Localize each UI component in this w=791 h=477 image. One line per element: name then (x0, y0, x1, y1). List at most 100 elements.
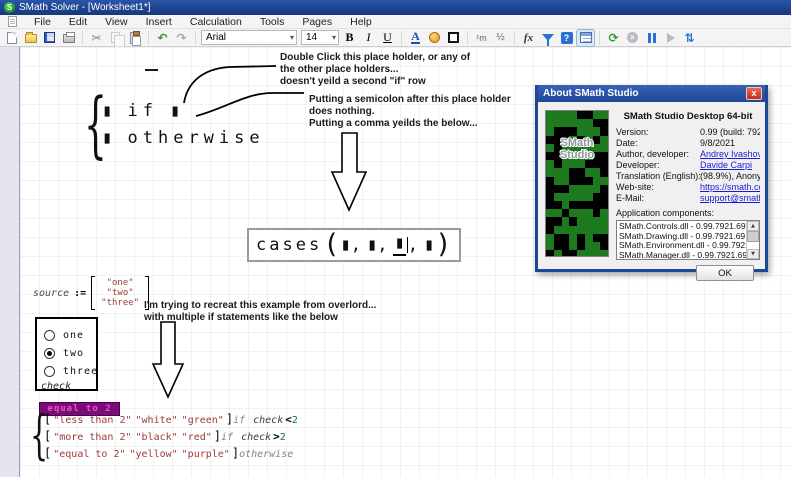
units-icon: ¹m (476, 33, 487, 43)
bracket: ] (214, 429, 221, 443)
toolbar-separator (514, 31, 515, 45)
comma: , (351, 235, 361, 255)
menu-edit[interactable]: Edit (60, 15, 96, 29)
placeholder[interactable]: ▮ (340, 235, 350, 255)
collapsed-side-panel[interactable] (0, 47, 20, 477)
worksheet-canvas[interactable]: { ▮ if▮ ▮ otherwise Double Click this pl… (20, 47, 791, 477)
redo-button[interactable]: ↷ (173, 30, 190, 46)
author-link[interactable]: Andrey Ivashov (700, 149, 760, 160)
down-arrow-1 (332, 133, 366, 210)
side-panel-button[interactable] (577, 30, 594, 46)
variable-name: source (33, 288, 69, 299)
filter-icon (542, 34, 554, 47)
placeholder[interactable]: ▮ (367, 235, 377, 255)
down-arrow-2 (153, 322, 183, 397)
case-row-3[interactable]: ["equal to 2""yellow""purple"] otherwise (44, 446, 301, 460)
insert-function-button[interactable]: fx (520, 30, 537, 46)
bold-icon: B (345, 30, 353, 45)
paste-button[interactable] (126, 30, 143, 46)
radio-option-three[interactable]: three (44, 362, 96, 380)
menu-calculation[interactable]: Calculation (181, 15, 251, 29)
developer-link[interactable]: Davide Carpi (700, 160, 752, 171)
fraction-button[interactable]: ½ (492, 30, 509, 46)
close-button[interactable]: x (746, 87, 762, 100)
app-logo-icon: S (4, 2, 15, 13)
undo-button[interactable]: ↶ (154, 30, 171, 46)
radio-icon[interactable] (44, 330, 55, 341)
multi-if-expression[interactable]: { ["less than 2""white""green"] ifcheck<… (30, 412, 301, 460)
underline-button[interactable]: U (379, 30, 396, 46)
background-color-button[interactable] (426, 30, 443, 46)
field-label: E-Mail: (616, 193, 700, 204)
case-row-1[interactable]: ["less than 2""white""green"] ifcheck<2 (44, 412, 301, 426)
menu-insert[interactable]: Insert (137, 15, 181, 29)
chevron-down-icon: ▾ (332, 33, 336, 42)
save-button[interactable] (41, 30, 58, 46)
window-titlebar[interactable]: S SMath Solver - [Worksheet1*] (0, 0, 791, 15)
radio-icon[interactable] (44, 366, 55, 377)
placeholder[interactable]: ▮ (424, 235, 434, 255)
otherwise-row[interactable]: ▮ otherwise (102, 128, 265, 148)
variable-name: check (241, 432, 271, 443)
fraction-icon: ½ (496, 32, 504, 43)
radio-option-two[interactable]: two (44, 344, 96, 362)
menu-file[interactable]: File (25, 15, 60, 29)
placeholder-active[interactable]: ▮ (393, 233, 405, 256)
menu-view[interactable]: View (96, 15, 137, 29)
copy-button[interactable] (107, 30, 124, 46)
font-name-combo[interactable]: Arial ▾ (201, 30, 297, 45)
if-otherwise-expression[interactable]: { ▮ if▮ ▮ otherwise (84, 89, 265, 159)
save-icon (44, 32, 55, 43)
pause-button[interactable] (643, 30, 660, 46)
component-item[interactable]: SMath.Manager.dll - 0.99.7921.69 (619, 251, 746, 260)
expand-button[interactable]: ⇅ (681, 30, 698, 46)
print-button[interactable] (60, 30, 77, 46)
scroll-down-icon[interactable]: ▼ (747, 249, 759, 259)
menu-help[interactable]: Help (341, 15, 381, 29)
toolbar-separator (82, 31, 83, 45)
cases-expression[interactable]: cases(▮,▮,▮,▮) (247, 228, 461, 262)
copy-icon (111, 32, 120, 43)
website-link[interactable]: https://smath.com/ (700, 182, 760, 193)
components-listbox[interactable]: SMath.Controls.dll - 0.99.7921.69 SMath.… (616, 220, 760, 260)
new-button[interactable] (3, 30, 20, 46)
smath-logo-image: SMath Studio (545, 110, 609, 257)
toolbar: ✂ ↶ ↷ Arial ▾ 14 ▾ B I U A ¹m ½ fx ? ⟳ ×… (0, 29, 791, 47)
note-line: Putting a semicolon after this place hol… (309, 94, 511, 106)
left-brace: { (84, 89, 93, 159)
note-line: does nothing. (309, 106, 511, 118)
qr-pattern (546, 111, 608, 256)
radio-icon-selected[interactable] (44, 348, 55, 359)
menu-pages[interactable]: Pages (293, 15, 341, 29)
help-button[interactable]: ? (558, 30, 575, 46)
play-button[interactable] (662, 30, 679, 46)
ok-button[interactable]: OK (696, 265, 754, 281)
scrollbar[interactable]: ▲ ▼ (746, 221, 759, 259)
border-button[interactable] (445, 30, 462, 46)
italic-button[interactable]: I (360, 30, 377, 46)
placeholder[interactable]: ▮ (170, 101, 180, 121)
cut-button[interactable]: ✂ (88, 30, 105, 46)
units-button[interactable]: ¹m (473, 30, 490, 46)
open-button[interactable] (22, 30, 39, 46)
font-color-button[interactable]: A (407, 30, 424, 46)
if-row[interactable]: ▮ if▮ (102, 101, 265, 121)
radio-group-caption: check (41, 381, 96, 392)
font-size-combo[interactable]: 14 ▾ (301, 30, 339, 45)
function-icon: fx (524, 32, 533, 44)
case-row-2[interactable]: ["more than 2""black""red"] ifcheck>2 (44, 429, 301, 443)
source-definition[interactable]: source := "one" "two" "three" (33, 276, 149, 310)
scrollbar-track[interactable] (747, 242, 759, 249)
open-paren: ( (323, 231, 339, 258)
radio-option-one[interactable]: one (44, 326, 96, 344)
dialog-titlebar[interactable]: About SMath Studio x (538, 85, 765, 102)
underline-icon: U (383, 30, 392, 45)
menu-tools[interactable]: Tools (251, 15, 294, 29)
stop-button[interactable]: × (624, 30, 641, 46)
scroll-up-icon[interactable]: ▲ (747, 221, 759, 231)
filter-button[interactable] (539, 30, 556, 46)
bold-button[interactable]: B (341, 30, 358, 46)
email-link[interactable]: support@smath.com (700, 193, 760, 204)
recalculate-button[interactable]: ⟳ (605, 30, 622, 46)
scrollbar-thumb[interactable] (747, 231, 759, 242)
